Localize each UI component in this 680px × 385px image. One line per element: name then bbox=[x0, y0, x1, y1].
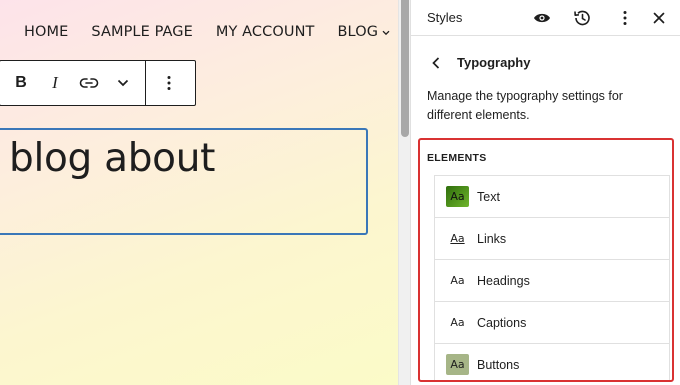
nav-item-blog[interactable]: BLOG bbox=[338, 24, 391, 40]
text-preview-icon: Aa bbox=[446, 186, 469, 207]
editor-canvas: HOME SAMPLE PAGE MY ACCOUNT BLOG B I blo… bbox=[0, 0, 398, 385]
nav-item-sample-page[interactable]: SAMPLE PAGE bbox=[91, 24, 192, 40]
chevron-down-icon bbox=[382, 30, 390, 35]
element-item-captions[interactable]: Aa Captions bbox=[435, 302, 669, 344]
panel-header: Typography bbox=[411, 48, 680, 76]
bold-button[interactable]: B bbox=[4, 61, 38, 105]
italic-button[interactable]: I bbox=[38, 61, 72, 105]
eye-icon bbox=[534, 13, 550, 23]
link-button[interactable] bbox=[72, 61, 106, 105]
elements-heading: ELEMENTS bbox=[427, 152, 487, 164]
heading-block[interactable]: blog about bbox=[0, 128, 368, 235]
sidebar-title: Styles bbox=[427, 10, 463, 25]
element-item-links[interactable]: Aa Links bbox=[435, 218, 669, 260]
styles-sidebar: Styles Typography Manage the typography … bbox=[411, 0, 680, 385]
history-icon bbox=[574, 10, 590, 26]
close-sidebar-button[interactable] bbox=[647, 6, 671, 30]
links-preview-icon: Aa bbox=[450, 232, 465, 245]
element-item-text[interactable]: Aa Text bbox=[435, 176, 669, 218]
link-icon bbox=[79, 78, 99, 88]
sidebar-header: Styles bbox=[411, 0, 680, 36]
block-toolbar: B I bbox=[0, 60, 196, 106]
element-label: Buttons bbox=[477, 357, 520, 372]
elements-list: Aa Text Aa Links Aa Headings Aa Captions… bbox=[434, 175, 670, 380]
chevron-down-icon bbox=[117, 79, 129, 87]
more-vertical-icon bbox=[167, 76, 171, 90]
element-item-headings[interactable]: Aa Headings bbox=[435, 260, 669, 302]
nav-item-home[interactable]: HOME bbox=[24, 24, 68, 40]
block-options-button[interactable] bbox=[146, 61, 192, 105]
nav-item-blog-label: BLOG bbox=[337, 24, 379, 40]
format-group: B I bbox=[0, 61, 140, 105]
heading-text[interactable]: blog about bbox=[9, 136, 215, 181]
style-book-button[interactable] bbox=[530, 6, 554, 30]
element-label: Captions bbox=[477, 315, 527, 330]
captions-preview-icon: Aa bbox=[450, 316, 465, 329]
nav-item-my-account[interactable]: MY ACCOUNT bbox=[216, 24, 315, 40]
element-label: Links bbox=[477, 231, 507, 246]
close-icon bbox=[653, 12, 665, 24]
back-button[interactable] bbox=[425, 52, 447, 74]
revisions-button[interactable] bbox=[570, 6, 594, 30]
element-label: Headings bbox=[477, 273, 530, 288]
headings-preview-icon: Aa bbox=[450, 274, 465, 287]
panel-title: Typography bbox=[457, 55, 531, 70]
buttons-preview-icon: Aa bbox=[446, 354, 469, 375]
panel-description: Manage the typography settings for diffe… bbox=[427, 89, 623, 122]
canvas-scrollbar-thumb[interactable] bbox=[401, 0, 409, 137]
styles-options-button[interactable] bbox=[613, 6, 637, 30]
chevron-left-icon bbox=[432, 57, 440, 69]
more-vertical-icon bbox=[623, 11, 627, 25]
element-item-buttons[interactable]: Aa Buttons bbox=[435, 344, 669, 380]
element-label: Text bbox=[477, 189, 500, 204]
more-formats-button[interactable] bbox=[106, 61, 140, 105]
elements-section: ELEMENTS Aa Text Aa Links Aa Headings Aa… bbox=[418, 138, 674, 382]
site-navigation: HOME SAMPLE PAGE MY ACCOUNT BLOG bbox=[24, 24, 390, 40]
